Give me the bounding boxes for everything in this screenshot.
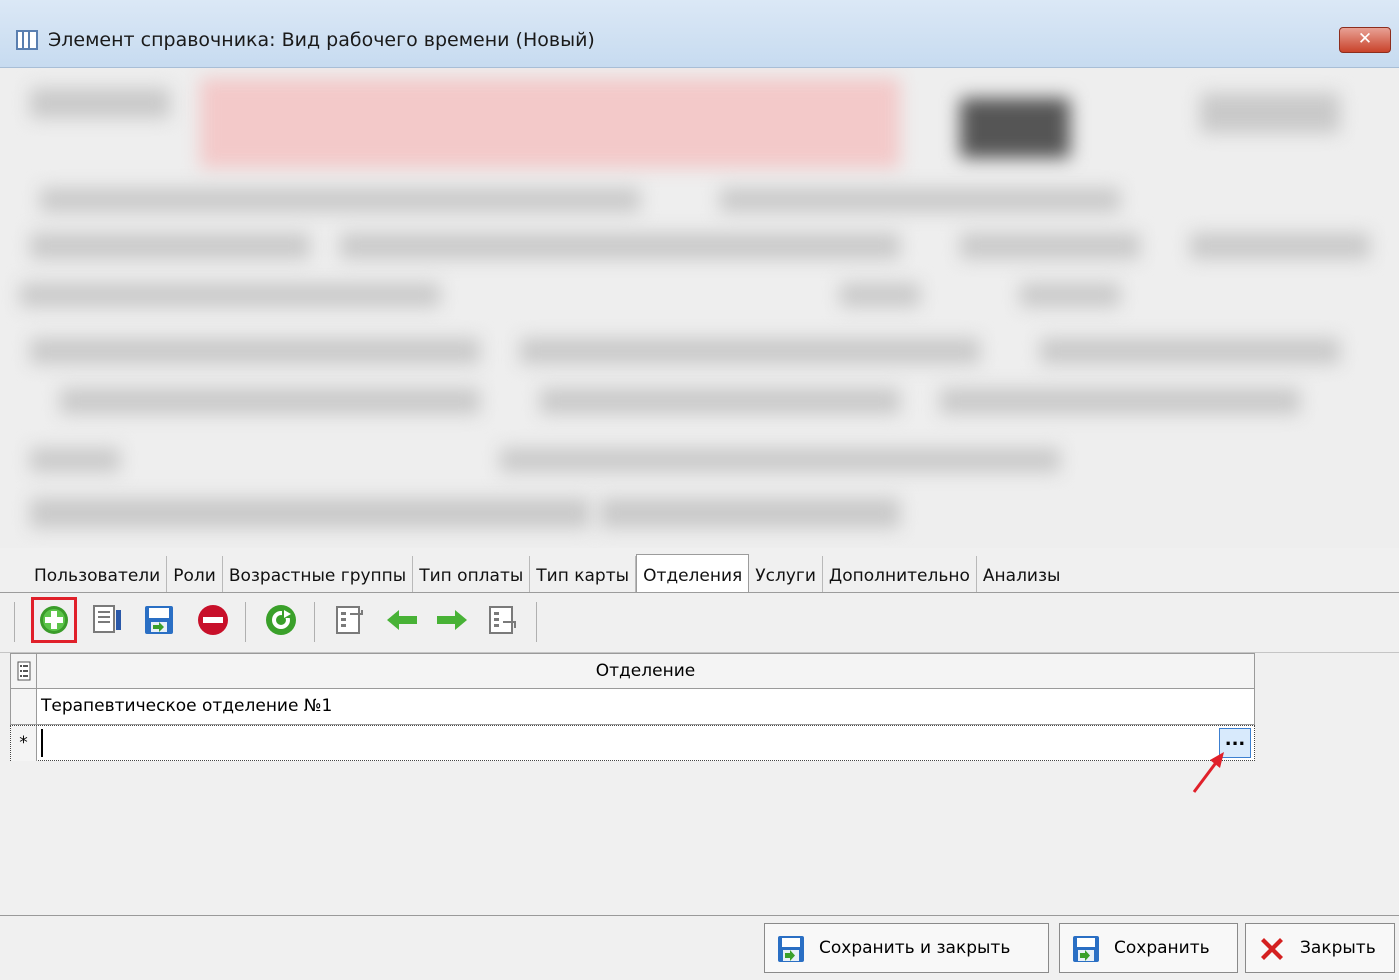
save-button[interactable]: Сохранить — [1059, 923, 1238, 973]
arrow-left-icon — [387, 610, 417, 630]
tab-departments[interactable]: Отделения — [636, 554, 750, 592]
dialog-window: Элемент справочника: Вид рабочего времен… — [0, 0, 1399, 980]
move-left-button[interactable] — [378, 597, 424, 643]
tab-services[interactable]: Услуги — [749, 556, 823, 592]
tab-roles[interactable]: Роли — [167, 556, 223, 592]
save-icon — [145, 606, 173, 634]
toolbar-separator — [536, 602, 537, 642]
save-and-close-label: Сохранить и закрыть — [819, 938, 1011, 958]
title-bar: Элемент справочника: Вид рабочего времен… — [0, 0, 1399, 68]
close-window-button[interactable]: ✕ — [1339, 27, 1391, 53]
edit-icon — [93, 605, 121, 633]
grid-options-icon[interactable] — [11, 654, 37, 688]
close-button[interactable]: Закрыть — [1245, 923, 1395, 973]
close-icon — [1261, 938, 1283, 960]
pointer-arrow-icon — [1192, 752, 1224, 793]
close-label: Закрыть — [1300, 938, 1376, 958]
move-out-icon — [489, 606, 516, 634]
add-icon — [40, 606, 68, 634]
delete-button[interactable] — [190, 597, 236, 643]
tab-card-type[interactable]: Тип карты — [530, 556, 637, 592]
row-header[interactable] — [11, 689, 37, 724]
delete-icon — [198, 605, 228, 635]
move-right-button[interactable] — [428, 597, 474, 643]
move-in-icon — [336, 606, 363, 634]
departments-grid: Отделение Терапевтическое отделение №1 *… — [10, 653, 1255, 763]
new-row[interactable]: * ... — [10, 725, 1255, 761]
refresh-icon — [266, 605, 296, 635]
save-icon — [1073, 936, 1099, 962]
move-in-button[interactable] — [327, 597, 373, 643]
department-cell[interactable]: Терапевтическое отделение №1 — [41, 689, 332, 724]
toolbar-separator — [314, 602, 315, 642]
tab-age-groups[interactable]: Возрастные группы — [223, 556, 414, 592]
tab-strip: Пользователи Роли Возрастные группы Тип … — [28, 554, 1067, 592]
toolbar-separator — [14, 602, 15, 642]
tab-additional[interactable]: Дополнительно — [823, 556, 977, 592]
column-header-department[interactable]: Отделение — [37, 654, 1254, 688]
tab-analyses[interactable]: Анализы — [977, 556, 1067, 592]
window-title: Элемент справочника: Вид рабочего времен… — [48, 29, 595, 51]
toolbar-separator — [245, 602, 246, 642]
save-toolbar-button[interactable] — [136, 597, 182, 643]
save-icon — [778, 936, 804, 962]
new-department-input[interactable] — [41, 729, 1211, 757]
tab-divider — [0, 592, 1399, 593]
move-out-button[interactable] — [480, 597, 526, 643]
save-and-close-button[interactable]: Сохранить и закрыть — [764, 923, 1049, 973]
toolbar — [0, 594, 1399, 652]
add-button[interactable] — [31, 597, 77, 643]
obscured-form-area — [0, 68, 1399, 548]
table-row[interactable]: Терапевтическое отделение №1 — [10, 689, 1255, 725]
edit-button[interactable] — [84, 597, 130, 643]
tab-payment-type[interactable]: Тип оплаты — [413, 556, 531, 592]
new-row-marker: * — [11, 726, 37, 761]
save-label: Сохранить — [1114, 938, 1210, 958]
grid-header: Отделение — [10, 653, 1255, 689]
table-icon — [16, 30, 38, 50]
arrow-right-icon — [437, 610, 467, 630]
tab-users[interactable]: Пользователи — [28, 556, 168, 592]
refresh-button[interactable] — [258, 597, 304, 643]
